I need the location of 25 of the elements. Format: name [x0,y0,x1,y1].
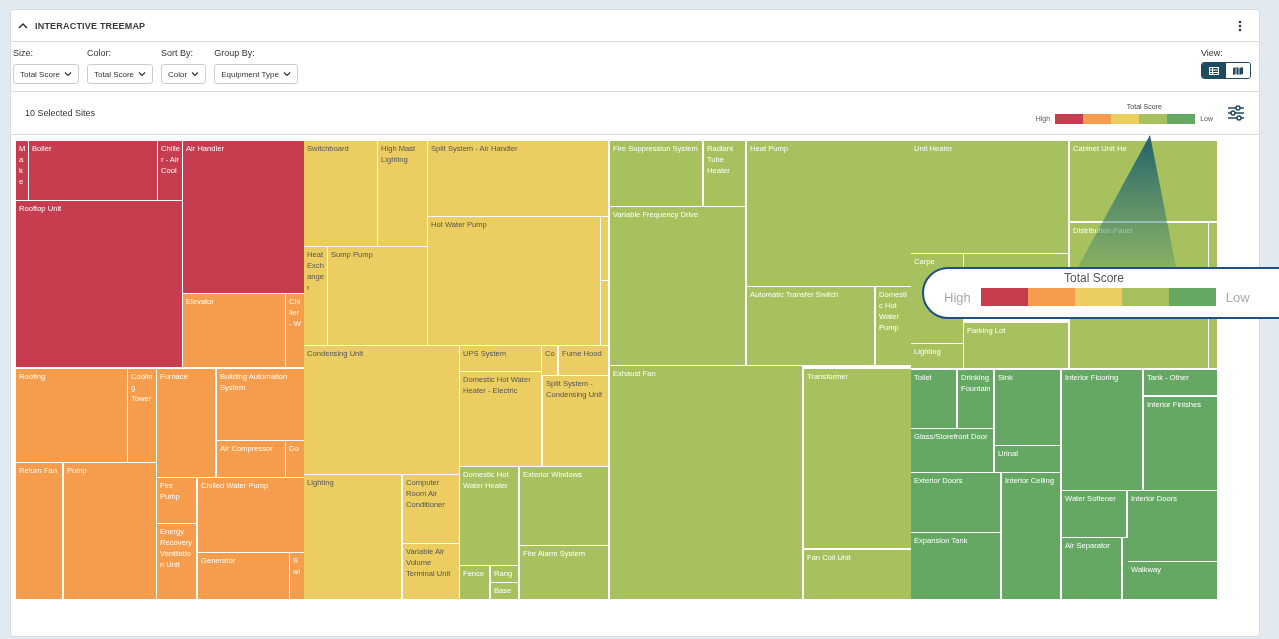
filter-label: Color: [87,48,113,58]
map-icon [1233,66,1243,75]
filter-label: Sort By: [161,48,195,58]
filter-dropdown[interactable]: Color [161,64,207,84]
selection-summary: 10 Selected Sites [25,108,96,118]
treemap-tile[interactable] [601,217,608,280]
treemap-tile[interactable] [601,281,608,345]
grid-icon [1209,66,1219,75]
callout-title: Total Score [1064,271,1125,285]
caret-icon [282,71,291,77]
filter-dropdown[interactable]: Total Score [87,64,154,84]
filter-dropdown[interactable]: Equipment Type [214,64,298,84]
filter-label: Size: [13,48,34,58]
sliders-icon[interactable] [1227,105,1245,121]
callout-low-label: Low [1225,289,1250,305]
view-label: View: [1201,48,1223,58]
view-toggle[interactable] [1202,63,1226,78]
filter-dropdown[interactable]: Total Score [13,64,80,84]
treemap-tile[interactable] [1123,538,1128,599]
caret-icon [138,71,147,77]
caret-icon [64,71,73,77]
callout-high-label: High [944,289,971,305]
panel-title: INTERACTIVE TREEMAP [35,20,146,31]
caret-icon [191,71,200,77]
filter-label: Group By: [214,48,256,58]
